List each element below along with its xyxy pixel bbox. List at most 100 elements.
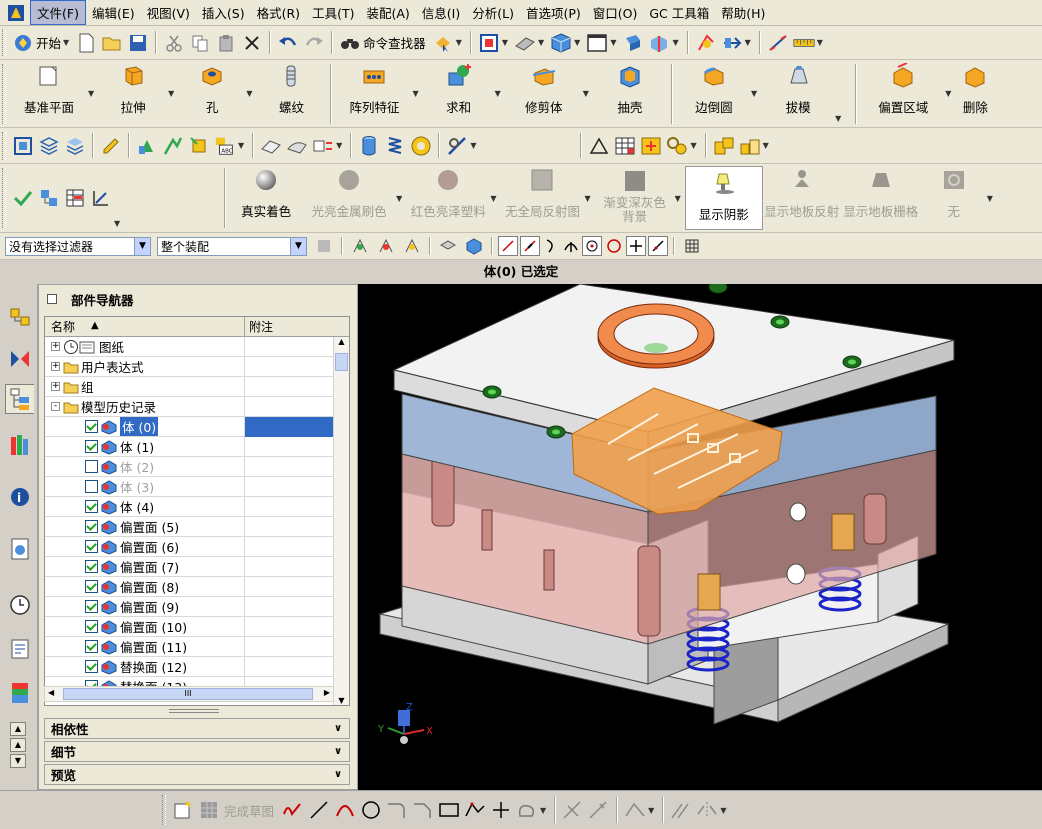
thread-button[interactable]: 螺纹 — [256, 60, 326, 122]
plastic-material-button[interactable]: 红色亮泽塑料 — [406, 164, 490, 226]
tree-cell-name[interactable]: 偏置面 (10) — [45, 616, 245, 637]
chevron-down-icon[interactable]: ▼ — [490, 194, 496, 203]
chevron-down-icon[interactable]: ▼ — [835, 114, 841, 123]
unite-button[interactable]: 求和 — [423, 60, 495, 122]
mirror-curve-icon[interactable] — [696, 799, 718, 821]
chevron-down-icon[interactable]: ▼ — [690, 141, 696, 150]
pin-icon[interactable] — [47, 294, 57, 304]
toolbar-grip[interactable] — [162, 794, 166, 826]
menu-edit[interactable]: 编辑(E) — [86, 1, 141, 24]
scroll-top-icon[interactable]: ▲ — [10, 722, 26, 736]
scroll-down-icon[interactable]: ▼ — [10, 754, 26, 768]
scroll-left-icon[interactable]: ◀ — [48, 688, 54, 697]
finish-sketch-button[interactable]: 完成草图 — [224, 801, 274, 820]
resource-bar-scroll[interactable]: ▲ ▲ ▼ — [10, 722, 26, 784]
expand-icon[interactable]: + — [51, 362, 60, 371]
tree-row[interactable]: 偏置面 (11) — [45, 636, 349, 657]
visibility-checkbox[interactable] — [85, 440, 98, 453]
toolbar-grip[interactable] — [2, 29, 6, 56]
fillet-icon[interactable] — [386, 799, 408, 821]
column-header-name[interactable]: 名称 ▲ — [45, 317, 245, 336]
spring-icon[interactable] — [384, 135, 406, 157]
delete-icon[interactable] — [241, 32, 263, 54]
tree-row[interactable]: 体 (0) — [45, 416, 349, 437]
select-body-icon[interactable] — [463, 235, 485, 257]
chevron-down-icon[interactable]: ▼ — [751, 89, 757, 98]
component-array-icon[interactable] — [666, 135, 688, 157]
assembly-navigator-tab[interactable] — [5, 304, 34, 334]
menu-window[interactable]: 窗口(O) — [587, 1, 644, 24]
tree-cell-name[interactable]: 偏置面 (5) — [45, 516, 245, 537]
chevron-down-icon[interactable]: ▼ — [538, 38, 544, 47]
chevron-down-icon[interactable]: ▼ — [495, 89, 501, 98]
visibility-checkbox[interactable] — [85, 520, 98, 533]
tree-row[interactable]: 体 (3) — [45, 476, 349, 497]
tools-settings-icon[interactable] — [446, 135, 468, 157]
scroll-thumb[interactable] — [335, 353, 348, 371]
shaded-cube-icon[interactable] — [550, 32, 572, 54]
visibility-checkbox[interactable] — [85, 420, 98, 433]
tree-row[interactable]: 偏置面 (5) — [45, 516, 349, 537]
exploded-view-icon[interactable]: ABC — [214, 135, 236, 157]
snap-point-on-curve-icon[interactable] — [648, 236, 668, 256]
visibility-checkbox[interactable] — [85, 640, 98, 653]
preview-panel-header[interactable]: 预览 ∨ — [44, 764, 350, 785]
chevron-down-icon[interactable]: ▼ — [246, 89, 252, 98]
cut-icon[interactable] — [163, 32, 185, 54]
snap-existing-point-icon[interactable] — [626, 236, 646, 256]
menu-file[interactable]: 文件(F) — [30, 0, 86, 25]
metal-material-button[interactable]: 光亮金属刷色 — [302, 164, 396, 226]
assembly-navigator-icon[interactable] — [12, 135, 34, 157]
layer-visible-icon[interactable] — [64, 135, 86, 157]
menu-preferences[interactable]: 首选项(P) — [520, 1, 587, 24]
extrude-button[interactable]: 拉伸 — [98, 60, 168, 122]
type-filter-select[interactable]: 没有选择过滤器 ▼ — [5, 236, 151, 256]
edge-blend-button[interactable]: 边倒圆 — [677, 60, 751, 122]
quick-extend-icon[interactable] — [588, 799, 610, 821]
chevron-down-icon[interactable]: ▼ — [817, 38, 823, 47]
reuse-library-tab[interactable] — [5, 430, 34, 460]
grid-select-icon[interactable] — [640, 135, 662, 157]
tree-row[interactable]: + 组 — [45, 376, 349, 397]
pattern-feature-button[interactable]: 阵列特征 — [336, 60, 412, 122]
snap-arc-center-icon[interactable] — [582, 236, 602, 256]
wcs-dynamics-icon[interactable] — [695, 32, 717, 54]
mate-component-icon[interactable] — [162, 135, 184, 157]
tree-vertical-scrollbar[interactable]: ▲ ▼ — [333, 337, 349, 705]
snap-endpoint-icon[interactable] — [498, 236, 518, 256]
history-tab[interactable] — [5, 534, 34, 564]
tree-cell-name[interactable]: 偏置面 (8) — [45, 576, 245, 597]
orient-view-icon[interactable] — [622, 32, 644, 54]
menu-analysis[interactable]: 分析(L) — [466, 1, 520, 24]
quick-trim-icon[interactable] — [562, 799, 584, 821]
undo-icon[interactable] — [277, 32, 299, 54]
show-shadows-button[interactable]: 显示阴影 — [684, 166, 763, 230]
visibility-checkbox[interactable] — [85, 540, 98, 553]
move-object-icon[interactable] — [721, 32, 743, 54]
selection-scope-select[interactable]: 整个装配 ▼ — [157, 236, 307, 256]
floor-reflection-button[interactable]: 显示地板反射 — [763, 164, 841, 226]
process-studio-tab[interactable] — [5, 634, 34, 664]
graphics-window[interactable]: Y X Z — [358, 284, 1042, 790]
splitter-grip[interactable] — [169, 709, 219, 713]
snap-intersection-icon[interactable] — [563, 235, 579, 257]
menu-view[interactable]: 视图(V) — [141, 1, 196, 24]
analysis-axis-icon[interactable] — [90, 187, 112, 209]
select-faces-icon[interactable] — [375, 235, 397, 257]
washer-icon[interactable] — [410, 135, 432, 157]
fit-view-icon[interactable] — [478, 32, 500, 54]
visibility-checkbox[interactable] — [85, 480, 98, 493]
triangle-icon[interactable] — [588, 135, 610, 157]
visibility-checkbox[interactable] — [85, 560, 98, 573]
chevron-down-icon[interactable]: ▼ — [675, 194, 681, 203]
add-component-icon[interactable] — [136, 135, 158, 157]
menu-tools[interactable]: 工具(T) — [306, 1, 360, 24]
redo-icon[interactable] — [303, 32, 325, 54]
mold-assembly-model[interactable]: Y X Z — [358, 284, 1042, 790]
shell-button[interactable]: 抽壳 — [593, 60, 667, 122]
toolbar-grip[interactable] — [2, 168, 6, 228]
chevron-down-icon[interactable]: ▼ — [168, 89, 174, 98]
binoculars-icon[interactable] — [339, 32, 361, 54]
table-icon[interactable] — [614, 135, 636, 157]
tree-row[interactable]: + 图纸 — [45, 336, 349, 357]
